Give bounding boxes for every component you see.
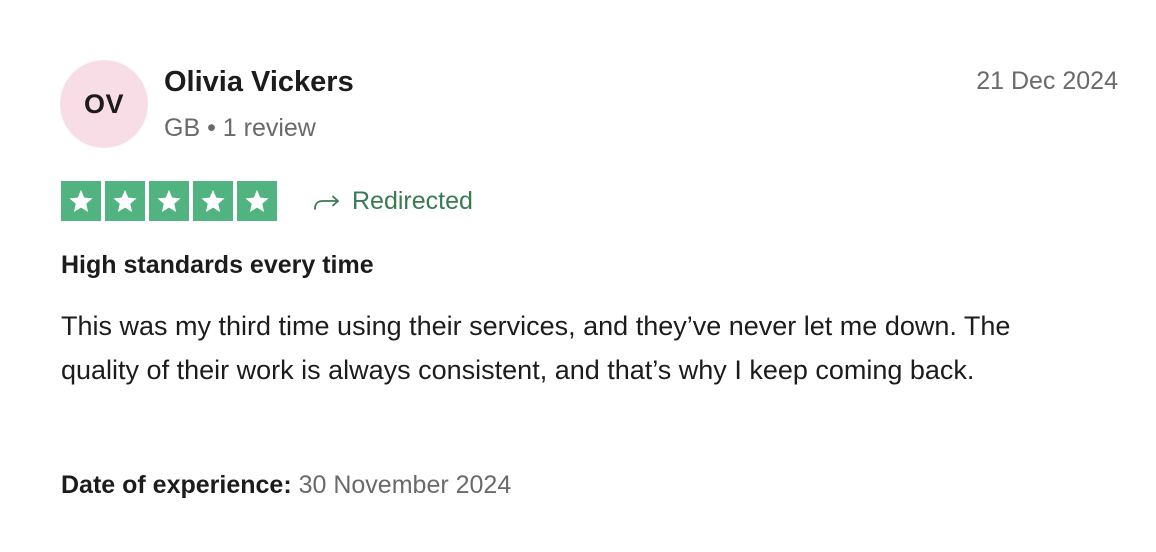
review-date: 21 Dec 2024 xyxy=(976,67,1118,95)
star-icon xyxy=(193,181,233,221)
star-rating xyxy=(61,181,277,221)
star-icon xyxy=(61,181,101,221)
reviewer-name[interactable]: Olivia Vickers xyxy=(164,64,354,100)
review-body: This was my third time using their servi… xyxy=(61,311,1011,385)
review-card: OV Olivia Vickers GB • 1 review 21 Dec 2… xyxy=(0,0,1156,552)
avatar-initials: OV xyxy=(83,88,124,119)
redirected-badge[interactable]: Redirected xyxy=(312,184,473,218)
avatar[interactable]: OV xyxy=(60,60,148,148)
experience-date: 30 November 2024 xyxy=(298,471,512,499)
redirect-arrow-icon xyxy=(312,190,342,212)
star-icon xyxy=(237,181,277,221)
redirected-label: Redirected xyxy=(352,187,473,215)
star-icon xyxy=(149,181,189,221)
reviewer-meta: GB • 1 review xyxy=(164,114,316,142)
date-of-experience: Date of experience: 30 November 2024 xyxy=(61,468,511,502)
review-title: High standards every time xyxy=(61,251,374,279)
star-icon xyxy=(105,181,145,221)
experience-label: Date of experience: xyxy=(61,471,299,499)
